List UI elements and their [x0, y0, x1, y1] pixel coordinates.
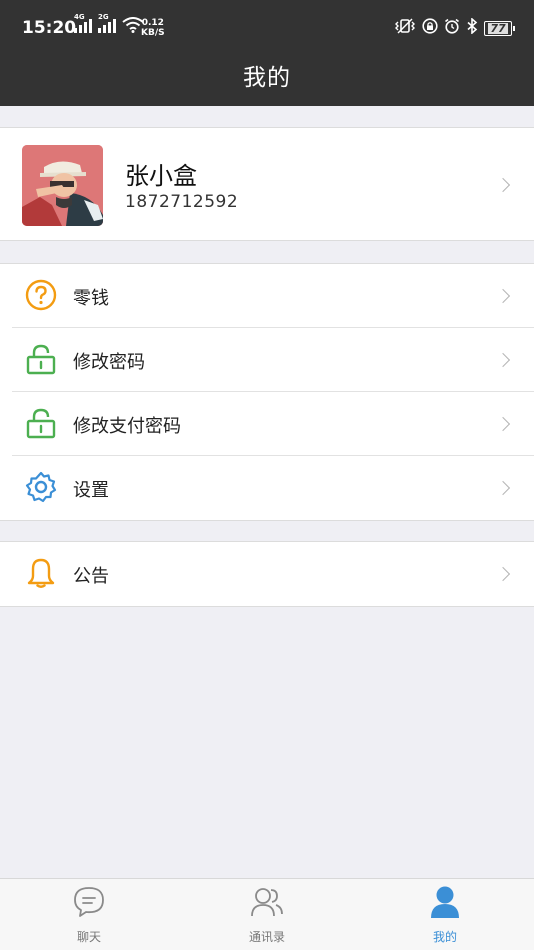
menu-item-change-password[interactable]: 修改密码: [0, 327, 534, 392]
battery-level: 77: [488, 21, 508, 35]
tab-label: 通讯录: [248, 930, 285, 944]
contacts-icon: [250, 885, 284, 919]
gear-icon: [25, 471, 57, 503]
profile-phone: 1872712592: [125, 192, 239, 212]
menu-item-change-pay-password[interactable]: 修改支付密码: [0, 391, 534, 456]
profile-name: 张小盒: [125, 162, 197, 190]
page-title: 我的: [243, 65, 291, 91]
menu-item-wallet[interactable]: 零钱: [0, 264, 534, 328]
menu-item-settings[interactable]: 设置: [0, 455, 534, 520]
chat-bubble-icon: [72, 885, 106, 919]
question-circle-icon: [25, 279, 57, 311]
tab-contacts[interactable]: 通讯录: [178, 879, 356, 950]
avatar[interactable]: [22, 145, 103, 226]
status-right-icons: 77: [394, 17, 515, 38]
tab-label: 我的: [432, 930, 457, 944]
lock-icon: [25, 407, 57, 439]
signal-indicators: 4G 2G: [74, 13, 144, 33]
menu-label: 零钱: [73, 288, 109, 309]
lock-rotation-icon: [422, 18, 438, 38]
lock-icon: [25, 343, 57, 375]
signal-2g-icon: 2G: [98, 13, 118, 33]
tab-chat[interactable]: 聊天: [0, 879, 178, 950]
alarm-icon: [444, 18, 460, 38]
menu-group-account: 零钱 修改密码 修改支付密码 设置: [0, 263, 534, 521]
menu-group-notices: 公告: [0, 541, 534, 607]
bottom-tab-bar: 聊天 通讯录 我的: [0, 878, 534, 950]
bluetooth-icon: [466, 17, 478, 38]
menu-item-announcement[interactable]: 公告: [0, 542, 534, 606]
app-header: 15:20 4G 2G 0.12 KB/S 77 我的: [0, 0, 534, 106]
tab-mine[interactable]: 我的: [356, 879, 534, 950]
status-bar: 15:20 4G 2G 0.12 KB/S 77: [0, 0, 534, 56]
menu-label: 修改密码: [73, 352, 145, 373]
chevron-right-icon: [495, 480, 511, 496]
menu-label: 修改支付密码: [73, 416, 181, 437]
chevron-right-icon: [495, 566, 511, 582]
network-speed: 0.12 KB/S: [141, 18, 165, 38]
menu-label: 公告: [73, 566, 109, 587]
vibrate-icon: [394, 18, 416, 38]
battery-icon: 77: [484, 20, 515, 36]
chevron-right-icon: [495, 177, 511, 193]
chevron-right-icon: [495, 352, 511, 368]
status-time: 15:20: [22, 18, 77, 38]
menu-label: 设置: [73, 480, 109, 501]
chevron-right-icon: [495, 288, 511, 304]
tab-label: 聊天: [76, 930, 101, 944]
signal-4g-icon: 4G: [74, 13, 94, 33]
chevron-right-icon: [495, 416, 511, 432]
bell-icon: [25, 557, 57, 589]
profile-card[interactable]: 张小盒 1872712592: [0, 127, 534, 241]
person-icon: [428, 885, 462, 919]
